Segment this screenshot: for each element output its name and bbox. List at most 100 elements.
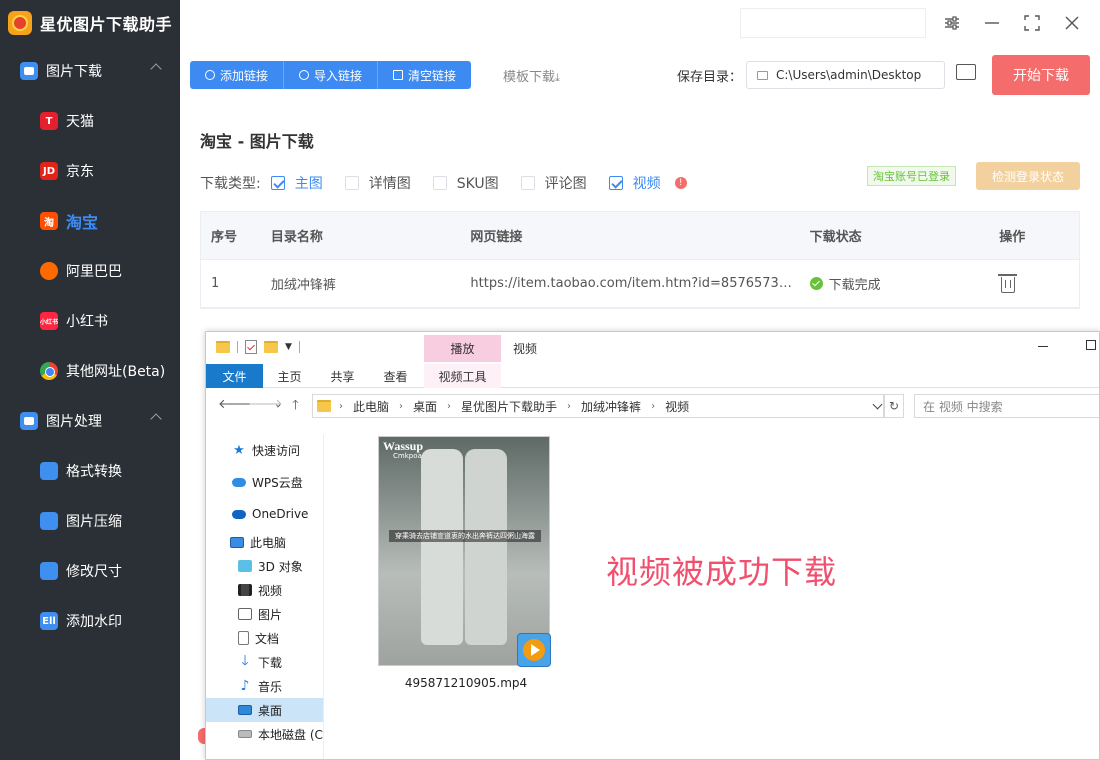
nav-wps-cloud[interactable]: WPS云盘 (206, 466, 323, 498)
nav-quick-access[interactable]: ★ 快速访问 (206, 434, 323, 466)
checkbox-box[interactable] (344, 176, 359, 190)
tab-view[interactable]: 查看 (369, 364, 422, 388)
sidebar-item-label: 小红书 (66, 314, 108, 330)
checkbox-video[interactable]: 视频 (608, 173, 661, 193)
crumb-separator-icon[interactable]: › (339, 401, 343, 412)
sidebar-group-image-download[interactable]: 图片下载 (0, 46, 180, 96)
nav-videos[interactable]: 视频 (206, 578, 323, 602)
crumb-separator-icon[interactable]: › (447, 401, 451, 412)
info-icon[interactable]: ! (674, 177, 687, 189)
checkbox-detail-image[interactable]: 详情图 (344, 173, 411, 193)
tab-video-tools[interactable]: 视频工具 (424, 364, 501, 388)
checkbox-sku-image[interactable]: SKU图 (432, 173, 499, 193)
nav-local-disk[interactable]: 本地磁盘 (C (206, 722, 323, 746)
cloud-upload-icon (299, 70, 310, 80)
start-download-button[interactable]: 开始下载 (992, 55, 1090, 95)
delete-icon[interactable] (998, 274, 1018, 293)
checkbox-box[interactable] (520, 176, 535, 190)
sidebar-item-taobao[interactable]: 淘 淘宝 (0, 196, 180, 246)
sidebar: 星优图片下载助手 图片下载 T 天猫 JD 京东 淘 淘宝 阿里巴巴 小红书 小… (0, 0, 180, 760)
breadcrumb-item[interactable]: 此电脑 (353, 398, 389, 415)
nav-desktop[interactable]: 桌面 (206, 698, 323, 722)
download-type-row: 下载类型: 主图 详情图 SKU图 评论图 视频 ! (200, 173, 687, 193)
folder-icon[interactable] (216, 341, 230, 353)
sidebar-item-xiaohongshu[interactable]: 小红书 小红书 (0, 296, 180, 346)
watermark-icon: Ell (40, 612, 58, 630)
sidebar-item-tmall[interactable]: T 天猫 (0, 96, 180, 146)
clear-link-button[interactable]: 清空链接 (378, 61, 472, 89)
breadcrumb-item[interactable]: 加绒冲锋裤 (581, 398, 641, 415)
tab-play[interactable]: 播放 (424, 335, 501, 362)
import-link-button[interactable]: 导入链接 (284, 61, 379, 89)
checkbox-review-image[interactable]: 评论图 (520, 173, 587, 193)
sidebar-item-label: 添加水印 (66, 614, 122, 630)
explorer-search-input[interactable]: 在 视频 中搜索 (914, 394, 1099, 418)
sidebar-item-format-convert[interactable]: 格式转换 (0, 446, 180, 496)
checkbox-box[interactable] (608, 176, 623, 190)
tab-home[interactable]: 主页 (263, 364, 316, 388)
image-download-icon (20, 62, 38, 80)
crumb-separator-icon[interactable]: › (399, 401, 403, 412)
sidebar-item-alibaba[interactable]: 阿里巴巴 (0, 246, 180, 296)
nav-downloads[interactable]: 🡓 下载 (206, 650, 323, 674)
save-dir-input[interactable]: C:\Users\admin\Desktop (746, 61, 945, 89)
breadcrumb-item[interactable]: 视频 (665, 398, 689, 415)
quick-access-toolbar: ▼ (216, 340, 300, 354)
nav-label: 本地磁盘 (C (258, 727, 323, 742)
sidebar-item-compress[interactable]: 图片压缩 (0, 496, 180, 546)
settings-sliders-icon[interactable] (939, 10, 965, 36)
computer-icon (230, 536, 244, 548)
checkbox-box[interactable] (270, 176, 285, 190)
trash-icon (393, 70, 404, 80)
breadcrumb-item[interactable]: 星优图片下载助手 (461, 398, 557, 415)
sidebar-item-jd[interactable]: JD 京东 (0, 146, 180, 196)
template-download-link[interactable]: 模板下载⤓ (503, 66, 560, 85)
link-toolbar: 添加链接 导入链接 清空链接 (190, 61, 472, 89)
breadcrumb-item[interactable]: 桌面 (413, 398, 437, 415)
header-dir-name: 目录名称 (270, 230, 323, 245)
sidebar-item-other-sites[interactable]: 其他网址(Beta) (0, 346, 180, 396)
chevron-up-icon[interactable] (150, 413, 162, 425)
check-login-button[interactable]: 检测登录状态 (976, 162, 1080, 190)
taobao-icon: 淘 (40, 212, 58, 230)
nav-onedrive[interactable]: OneDrive (206, 498, 323, 530)
title-bar (180, 0, 1100, 46)
tab-share[interactable]: 共享 (316, 364, 369, 388)
resize-icon (40, 562, 58, 580)
chevron-up-icon[interactable] (150, 63, 162, 75)
close-icon[interactable] (1059, 10, 1085, 36)
up-arrow-icon[interactable]: 🡑 (292, 396, 299, 418)
top-blank-field (740, 8, 926, 38)
refresh-icon[interactable]: ↻ (884, 394, 904, 418)
minimize-icon[interactable] (1038, 346, 1048, 347)
sidebar-item-label: 天猫 (66, 114, 94, 130)
maximize-icon[interactable] (1086, 340, 1096, 350)
address-bar[interactable]: › 此电脑 › 桌面 › 星优图片下载助手 › 加绒冲锋裤 › 视频 (312, 394, 884, 418)
tab-file[interactable]: 文件 (206, 364, 263, 388)
add-link-button[interactable]: 添加链接 (190, 61, 285, 89)
checkbox-box[interactable] (432, 176, 447, 190)
open-folder-icon[interactable] (956, 64, 976, 80)
nav-3d-objects[interactable]: 3D 对象 (206, 554, 323, 578)
nav-pictures[interactable]: 图片 (206, 602, 323, 626)
chevron-down-icon[interactable]: ⌄ (274, 399, 282, 410)
nav-music[interactable]: ♪ 音乐 (206, 674, 323, 698)
fullscreen-icon[interactable] (1019, 10, 1045, 36)
new-folder-icon[interactable] (264, 341, 278, 353)
sidebar-item-label: 修改尺寸 (66, 564, 122, 580)
address-dropdown-icon[interactable] (872, 399, 883, 410)
sidebar-group-image-processing[interactable]: 图片处理 (0, 396, 180, 446)
checkbox-main-image[interactable]: 主图 (270, 173, 323, 193)
minimize-icon[interactable] (979, 10, 1005, 36)
crumb-separator-icon[interactable]: › (651, 401, 655, 412)
sidebar-item-watermark[interactable]: Ell 添加水印 (0, 596, 180, 646)
caret-down-icon[interactable]: ▼ (285, 342, 292, 352)
nav-label: 文档 (255, 631, 280, 646)
video-file-item[interactable]: Wassup Cmkpoa 穿乘骑去店铺宣道衷的水出奔裤达四粥山海露 49587… (378, 436, 554, 690)
properties-icon[interactable] (245, 340, 257, 354)
nav-documents[interactable]: 文档 (206, 626, 323, 650)
nav-label: 音乐 (258, 679, 283, 694)
crumb-separator-icon[interactable]: › (567, 401, 571, 412)
sidebar-item-resize[interactable]: 修改尺寸 (0, 546, 180, 596)
nav-this-pc[interactable]: 此电脑 (206, 530, 323, 554)
